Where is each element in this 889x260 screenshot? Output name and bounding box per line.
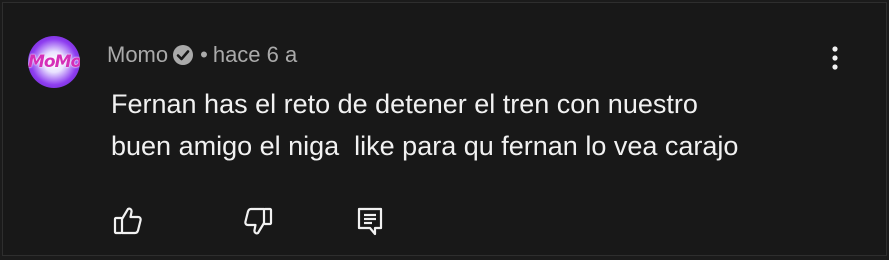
author-name[interactable]: Momo xyxy=(107,42,168,68)
avatar-logo-text: MoMo xyxy=(28,52,80,72)
reply-comment-icon xyxy=(353,204,387,238)
comment-card: MoMo Momo • hace 6 a Fernan has el reto … xyxy=(2,2,887,256)
more-vertical-icon[interactable] xyxy=(823,43,847,75)
meta-separator: • xyxy=(200,42,208,67)
thumbs-down-icon xyxy=(241,204,275,238)
dislike-button[interactable] xyxy=(241,204,275,238)
comment-header: Momo • hace 6 a xyxy=(107,42,297,68)
reply-button[interactable] xyxy=(353,204,387,238)
like-button[interactable] xyxy=(111,204,145,238)
comment-text-line: Fernan has el reto de detener el tren co… xyxy=(111,89,698,119)
thumbs-up-icon xyxy=(111,204,145,238)
comment-text: Fernan has el reto de detener el tren co… xyxy=(111,83,871,167)
author-avatar[interactable]: MoMo xyxy=(28,36,80,88)
comment-timestamp[interactable]: hace 6 a xyxy=(213,42,297,68)
comment-text-line: buen amigo el niga like para qu fernan l… xyxy=(111,131,739,161)
verified-badge-icon xyxy=(172,44,194,66)
